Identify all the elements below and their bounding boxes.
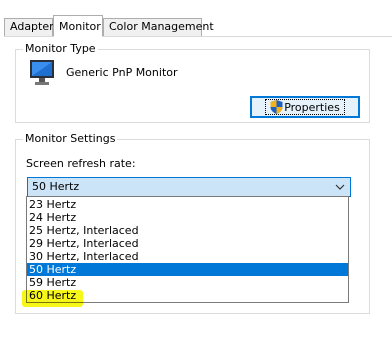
yellow-highlight-annotation: [22, 290, 83, 307]
properties-button[interactable]: Properties: [250, 96, 360, 118]
monitor-settings-title: Monitor Settings: [23, 132, 118, 146]
refresh-rate-value: 50 Hertz: [32, 180, 80, 193]
monitor-icon: [30, 60, 54, 85]
tab-strip: Adapter Monitor Color Management: [0, 0, 392, 37]
dropdown-option[interactable]: 24 Hertz: [27, 211, 348, 224]
refresh-rate-label: Screen refresh rate:: [26, 157, 136, 170]
tab-color-management[interactable]: Color Management: [103, 18, 214, 36]
dropdown-option[interactable]: 29 Hertz, Interlaced: [27, 237, 348, 250]
dropdown-option[interactable]: 25 Hertz, Interlaced: [27, 224, 348, 237]
dropdown-option[interactable]: 59 Hertz: [27, 276, 348, 289]
tab-monitor[interactable]: Monitor: [53, 15, 103, 37]
dropdown-option[interactable]: 23 Hertz: [27, 198, 348, 211]
monitor-name: Generic PnP Monitor: [66, 66, 178, 79]
properties-button-label: Properties: [284, 100, 340, 114]
refresh-rate-dropdown: 23 Hertz 24 Hertz 25 Hertz, Interlaced 2…: [26, 196, 349, 303]
chevron-down-icon: [335, 184, 345, 190]
tab-adapter[interactable]: Adapter: [4, 18, 54, 36]
monitor-type-title: Monitor Type: [23, 42, 98, 56]
dropdown-option-selected[interactable]: 50 Hertz: [27, 263, 348, 276]
shield-icon: [270, 100, 283, 114]
dropdown-option[interactable]: 30 Hertz, Interlaced: [27, 250, 348, 263]
refresh-rate-select[interactable]: 50 Hertz: [27, 177, 351, 197]
monitor-type-group: Monitor Type Generic PnP Monitor Propert…: [15, 42, 370, 123]
properties-button-focus: Properties: [265, 99, 345, 115]
display-properties-window: Adapter Monitor Color Management Monitor…: [0, 0, 392, 363]
